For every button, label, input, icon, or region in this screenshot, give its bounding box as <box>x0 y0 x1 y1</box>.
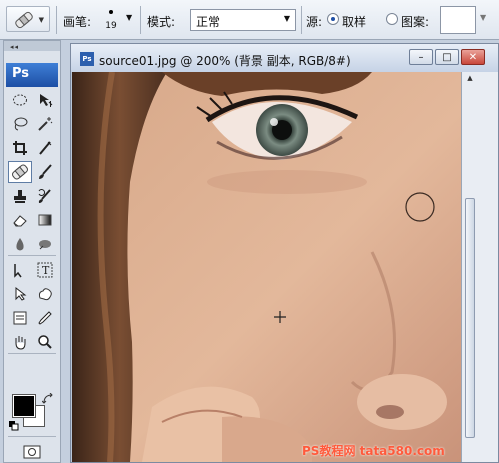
ps-logo: Ps <box>6 63 58 87</box>
image-canvas[interactable]: PS教程网 tata580.com <box>72 72 461 462</box>
vertical-scrollbar[interactable]: ▲ <box>461 72 498 462</box>
eyedropper-icon[interactable] <box>33 307 57 329</box>
crop-tool-icon[interactable] <box>8 137 32 159</box>
dodge-tool-icon[interactable] <box>33 233 57 255</box>
document-title: source01.jpg @ 200% (背景 副本, RGB/8#) <box>99 54 351 68</box>
options-bar: ▼ 画笔: 19 ▼ 模式: 正常 ▼ 源: 取样 图案: ▼ <box>0 0 499 40</box>
minimize-button[interactable]: – <box>409 49 433 65</box>
pattern-label: 图案: <box>401 15 430 29</box>
default-colors-icon[interactable] <box>9 421 19 431</box>
tool-preset-picker[interactable]: ▼ <box>6 6 50 32</box>
chevron-down-icon: ▼ <box>38 16 44 24</box>
scroll-up-icon[interactable]: ▲ <box>464 74 476 86</box>
zoom-tool-icon[interactable] <box>33 331 57 353</box>
mode-select[interactable]: 正常 ▼ <box>190 9 296 31</box>
mode-label: 模式: <box>147 15 176 29</box>
close-button[interactable]: ✕ <box>461 49 485 65</box>
slice-tool-icon[interactable] <box>33 137 57 159</box>
divider <box>8 436 56 437</box>
path-selection-icon[interactable] <box>8 259 32 281</box>
divider <box>8 353 56 354</box>
clone-stamp-icon[interactable] <box>8 185 32 207</box>
marquee-tool-icon[interactable] <box>8 89 32 111</box>
healing-brush-icon <box>15 11 33 29</box>
document-window: Ps source01.jpg @ 200% (背景 副本, RGB/8#) –… <box>70 43 499 463</box>
maximize-icon: □ <box>442 52 452 63</box>
minimize-icon: – <box>418 52 424 63</box>
svg-text:T: T <box>42 264 50 277</box>
mode-value: 正常 <box>196 15 221 29</box>
notes-tool-icon[interactable] <box>8 307 32 329</box>
portrait-photo <box>72 72 461 462</box>
chevron-down-icon[interactable]: ▼ <box>480 13 486 22</box>
toolbox: ◂◂ Ps T <box>3 40 61 463</box>
brush-size: 19 <box>105 21 117 31</box>
chevron-down-icon: ▼ <box>283 14 290 23</box>
healing-brush-tool-icon[interactable] <box>8 161 32 183</box>
watermark: PS教程网 tata580.com <box>302 444 445 458</box>
close-icon: ✕ <box>468 52 478 63</box>
direct-select-icon[interactable] <box>8 283 32 305</box>
brush-label: 画笔: <box>63 15 92 29</box>
magic-wand-icon[interactable] <box>33 113 57 135</box>
lasso-tool-icon[interactable] <box>8 113 32 135</box>
sampled-label: 取样 <box>342 15 367 29</box>
swap-colors-icon[interactable] <box>42 393 54 405</box>
type-tool-icon[interactable]: T <box>33 259 57 281</box>
foreground-color-swatch[interactable] <box>12 394 36 418</box>
quick-mask-icon[interactable] <box>20 441 44 463</box>
scrollbar-thumb[interactable] <box>465 198 475 438</box>
source-label: 源: <box>306 15 323 29</box>
collapse-icon[interactable]: ◂◂ <box>10 43 19 51</box>
toolbox-grip[interactable]: ◂◂ <box>4 41 60 51</box>
chevron-down-icon[interactable]: ▼ <box>126 13 132 22</box>
divider <box>301 6 302 34</box>
brush-tool-icon[interactable] <box>33 161 57 183</box>
hand-tool-icon[interactable] <box>8 331 32 353</box>
brush-preset-picker[interactable]: 19 <box>98 5 124 35</box>
brush-tip-icon <box>109 10 113 14</box>
photoshop-window: ▼ 画笔: 19 ▼ 模式: 正常 ▼ 源: 取样 图案: ▼ ◂◂ Ps T … <box>0 0 499 463</box>
document-icon: Ps <box>80 52 94 66</box>
document-titlebar[interactable]: Ps source01.jpg @ 200% (背景 副本, RGB/8#) –… <box>71 44 498 72</box>
divider <box>8 255 56 256</box>
divider <box>140 6 141 34</box>
eraser-tool-icon[interactable] <box>8 209 32 231</box>
blur-tool-icon[interactable] <box>8 233 32 255</box>
maximize-button[interactable]: □ <box>435 49 459 65</box>
pattern-picker[interactable] <box>440 6 476 34</box>
divider <box>56 6 57 34</box>
sampled-radio[interactable] <box>327 13 339 25</box>
move-tool-icon[interactable] <box>33 89 57 111</box>
gradient-tool-icon[interactable] <box>33 209 57 231</box>
history-brush-icon[interactable] <box>33 185 57 207</box>
custom-shape-icon[interactable] <box>33 283 57 305</box>
pattern-radio[interactable] <box>386 13 398 25</box>
